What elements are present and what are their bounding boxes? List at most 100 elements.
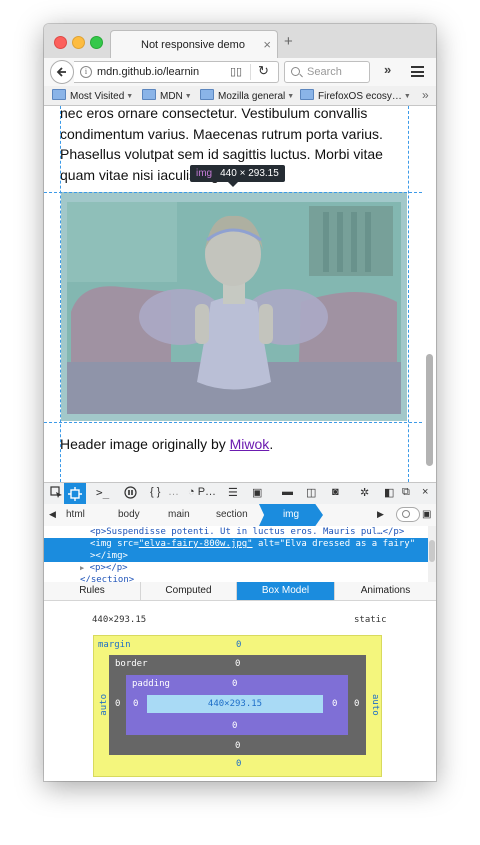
breadcrumb-html[interactable]: html [66, 509, 85, 520]
bookmark-mdn[interactable]: MDN ▼ [142, 89, 192, 102]
margin-bottom-value[interactable]: 0 [236, 759, 241, 769]
devtools-toolbar: >_ { } … ◔ P… ☰ ▣ ▬ ◫ ◙ ✲ ◧ ⧉ × [44, 482, 436, 506]
performance-label: P… [197, 486, 217, 498]
markup-scrollbar[interactable] [428, 526, 436, 582]
tab-computed[interactable]: Computed [141, 582, 237, 600]
border-bottom-value[interactable]: 0 [235, 741, 240, 751]
breadcrumb-back-icon[interactable]: ◀ [49, 509, 56, 520]
zoom-window-button[interactable] [90, 36, 103, 49]
screenshot-icon[interactable]: ◙ [332, 486, 339, 498]
new-tab-icon[interactable]: + [284, 33, 293, 50]
hamburger-menu-icon[interactable] [411, 66, 424, 77]
markup-line-img[interactable]: <img src="elva-fairy-800w.jpg" alt="Elva… [44, 538, 428, 550]
bookmark-label: MDN [160, 91, 183, 102]
caption-period: . [269, 436, 274, 452]
tab-animations[interactable]: Animations [335, 582, 436, 600]
inspector-tab-icon[interactable] [64, 483, 86, 505]
padding-label: padding [132, 679, 170, 689]
bookmark-firefoxos[interactable]: FirefoxOS ecosy… ▼ [300, 89, 411, 102]
fairy-photo-graphic [61, 192, 407, 421]
tab-close-icon[interactable]: × [263, 37, 271, 52]
breadcrumb-body[interactable]: body [118, 509, 140, 520]
markup-alt-value: "Elva dressed as a fairy" [279, 539, 416, 549]
padding-right-value[interactable]: 0 [332, 699, 337, 709]
expand-triangle-icon[interactable]: ▶ [80, 564, 84, 572]
browser-tab[interactable]: Not responsive demo × [110, 30, 278, 60]
toolbar-separator: … [168, 486, 179, 498]
performance-tab[interactable]: ◔ P… [188, 486, 216, 498]
breadcrumb-forward-icon[interactable]: ▶ [377, 509, 384, 520]
chevron-down-icon: ▼ [403, 93, 411, 100]
element-picker-icon[interactable] [50, 486, 63, 502]
tab-rules[interactable]: Rules [44, 582, 141, 600]
markup-options-icon[interactable]: ▣ [422, 509, 431, 520]
console-icon[interactable]: >_ [96, 486, 109, 499]
close-icon[interactable]: × [422, 486, 428, 498]
minimize-window-button[interactable] [72, 36, 85, 49]
back-button[interactable] [50, 60, 74, 84]
padding-bottom-value[interactable]: 0 [232, 721, 237, 731]
url-text: mdn.github.io/learnin [97, 66, 200, 78]
scratchpad-icon[interactable]: ▬ [282, 486, 293, 498]
markup-attr: alt= [252, 539, 280, 549]
bookmark-most-visited[interactable]: Most Visited ▼ [52, 89, 133, 102]
markup-text: ></img> [90, 551, 128, 561]
padding-top-value[interactable]: 0 [232, 679, 237, 689]
responsive-icon[interactable]: ▣ [252, 486, 262, 499]
style-editor-icon[interactable]: { } [150, 486, 160, 498]
border-right-value[interactable]: 0 [354, 699, 359, 709]
margin-right-value[interactable]: auto [370, 694, 380, 716]
info-icon[interactable]: i [80, 66, 92, 78]
markup-view: <p>Suspendisse potenti. Ut in luctus ero… [44, 526, 436, 585]
border-top-value[interactable]: 0 [235, 659, 240, 669]
folder-icon [142, 89, 156, 100]
padding-left-value[interactable]: 0 [133, 699, 138, 709]
bookmark-mozilla-general[interactable]: Mozilla general ▼ [200, 89, 294, 102]
navigation-bar: i mdn.github.io/learnin ▯▯ ↻ Search » [44, 58, 436, 86]
content-box[interactable]: 440×293.15 [147, 695, 323, 713]
markup-text: <p></p> [89, 563, 128, 573]
fairy-image[interactable] [61, 192, 407, 421]
back-arrow-icon [56, 67, 66, 77]
undock-icon[interactable]: ⧉ [402, 486, 410, 499]
markup-search-input[interactable] [396, 507, 420, 522]
breadcrumb: ◀ html body main section img ▶ ▣ [44, 504, 436, 527]
bookmark-label: Mozilla general [218, 91, 286, 102]
dock-side-icon[interactable]: ◧ [384, 486, 394, 499]
miwok-link[interactable]: Miwok [230, 436, 270, 452]
tab-box-model[interactable]: Box Model [237, 582, 335, 600]
search-input[interactable]: Search [284, 61, 370, 83]
url-separator [250, 64, 251, 80]
close-window-button[interactable] [54, 36, 67, 49]
highlighter-guide-top [44, 192, 422, 193]
reader-view-icon[interactable]: ▯▯ [230, 65, 242, 78]
markup-line-img-close[interactable]: ></img> [44, 550, 428, 562]
breadcrumb-section[interactable]: section [216, 509, 248, 520]
reload-icon[interactable]: ↻ [258, 63, 269, 79]
bookmarks-overflow-icon[interactable]: » [422, 88, 429, 102]
border-left-value[interactable]: 0 [115, 699, 120, 709]
highlighter-guide-bottom [44, 422, 422, 423]
margin-left-value[interactable]: auto [99, 694, 109, 716]
page-scrollbar[interactable] [426, 354, 433, 466]
bookmark-label: FirefoxOS ecosy… [318, 91, 402, 102]
markup-line-p-empty[interactable]: ▶ <p></p> [80, 562, 128, 574]
toolbar-overflow-icon[interactable]: » [384, 62, 391, 77]
markup-line-p[interactable]: <p>Suspendisse potenti. Ut in luctus ero… [90, 526, 404, 538]
url-bar[interactable]: i mdn.github.io/learnin ▯▯ ↻ [74, 61, 279, 83]
pick-icon [50, 486, 62, 498]
breadcrumb-main[interactable]: main [168, 509, 190, 520]
margin-label: margin [98, 640, 131, 650]
debugger-icon[interactable] [124, 486, 137, 502]
tab-title: Not responsive demo [141, 39, 245, 51]
box-model-panel: 440×293.15 static margin 0 0 auto auto b… [44, 601, 436, 781]
folder-icon [52, 89, 66, 100]
markup-src-value[interactable]: "elva-fairy-800w.jpg" [139, 539, 253, 549]
margin-top-value[interactable]: 0 [236, 640, 241, 650]
settings-icon[interactable]: ✲ [360, 486, 369, 499]
folder-icon [200, 89, 214, 100]
network-icon[interactable]: ☰ [228, 486, 238, 499]
box-model-position: static [354, 615, 387, 625]
breadcrumb-img[interactable]: img [259, 504, 323, 526]
frames-icon[interactable]: ◫ [306, 486, 316, 499]
